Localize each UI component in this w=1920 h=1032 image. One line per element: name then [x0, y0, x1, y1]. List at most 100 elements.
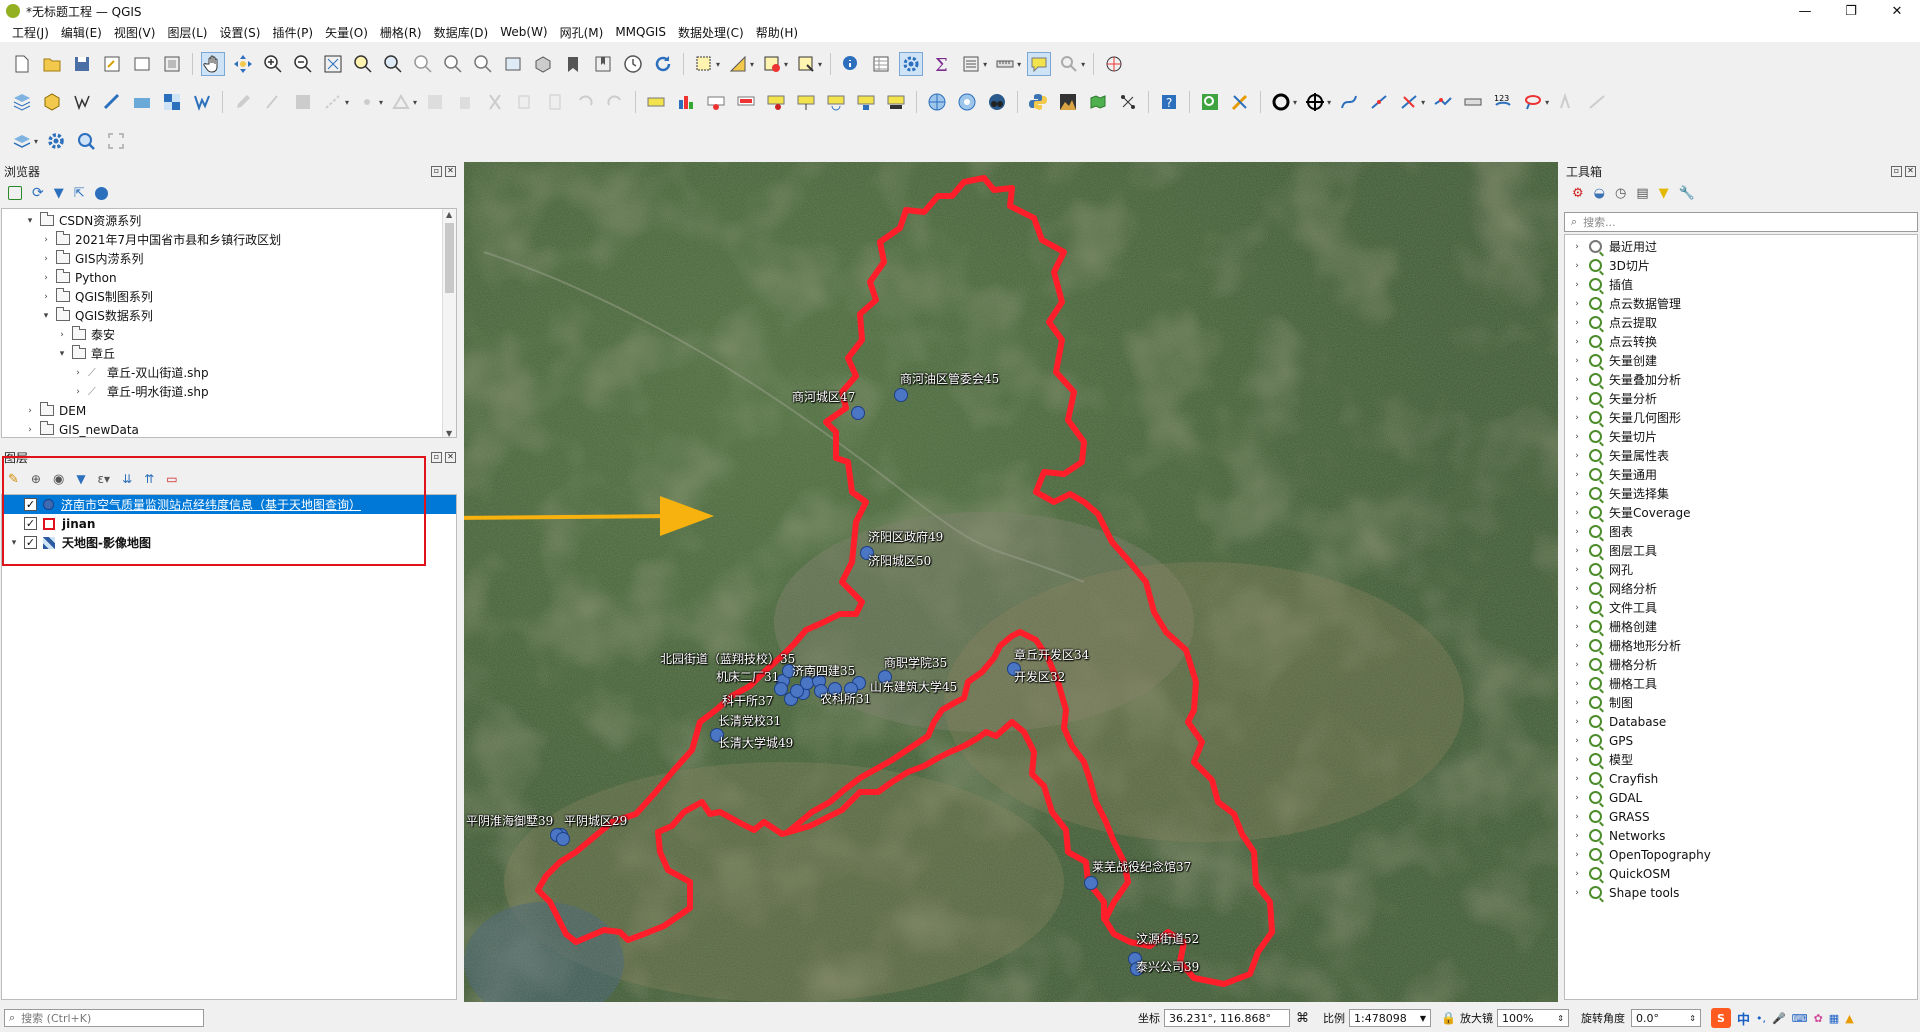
select-features-icon[interactable]: [692, 52, 716, 76]
new-temp-layer-icon[interactable]: [100, 90, 124, 114]
crosshair-icon[interactable]: [1303, 90, 1327, 114]
new-map-view-icon[interactable]: [501, 52, 525, 76]
toolbox-group[interactable]: › Networks: [1565, 826, 1917, 845]
chevron-down-icon[interactable]: ▾: [56, 349, 68, 359]
toolbox-group[interactable]: › 矢量几何图形: [1565, 408, 1917, 427]
toolbox-group[interactable]: › QuickOSM: [1565, 864, 1917, 883]
chevron-down-icon[interactable]: ▾: [24, 216, 36, 226]
float-panel-button[interactable]: ▫: [431, 165, 442, 177]
toolbox-group[interactable]: › 最近用过: [1565, 237, 1917, 256]
new-shapefile-icon[interactable]: [70, 90, 94, 114]
chevron-right-icon[interactable]: ›: [24, 406, 36, 416]
browser-item[interactable]: › 泰安: [2, 325, 442, 344]
ime-mode[interactable]: 中: [1737, 1009, 1750, 1028]
magnifier-stepper-icon[interactable]: ⇕: [1557, 1014, 1564, 1023]
settings-gear-icon[interactable]: [44, 129, 68, 153]
chevron-right-icon[interactable]: ›: [1571, 812, 1583, 822]
ime-sogou-icon[interactable]: S: [1710, 1008, 1731, 1028]
toggle-editing-icon[interactable]: [261, 90, 285, 114]
chevron-right-icon[interactable]: ›: [1571, 660, 1583, 670]
toolbox-group[interactable]: › 矢量叠加分析: [1565, 370, 1917, 389]
browser-item[interactable]: ▾ 章丘: [2, 344, 442, 363]
chevron-right-icon[interactable]: ›: [1571, 679, 1583, 689]
chevron-right-icon[interactable]: ›: [1571, 755, 1583, 765]
coordinate-field[interactable]: 36.231°, 116.868°: [1164, 1009, 1290, 1027]
print-layout-icon[interactable]: [130, 52, 154, 76]
chevron-right-icon[interactable]: ›: [40, 235, 52, 245]
numbering-123-icon[interactable]: 123: [1491, 90, 1515, 114]
history-clock-icon[interactable]: ◷: [1615, 186, 1626, 201]
toolbox-group[interactable]: › GRASS: [1565, 807, 1917, 826]
modify-attributes-icon[interactable]: [423, 90, 447, 114]
chevron-right-icon[interactable]: ›: [1571, 888, 1583, 898]
save-project-icon[interactable]: [70, 52, 94, 76]
minimize-button[interactable]: —: [1782, 0, 1828, 22]
attribute-table-icon[interactable]: [869, 52, 893, 76]
toolbox-group[interactable]: › 点云数据管理: [1565, 294, 1917, 313]
deselect-all-icon[interactable]: [760, 52, 784, 76]
chevron-right-icon[interactable]: ›: [1571, 793, 1583, 803]
toolbox-group[interactable]: › 插值: [1565, 275, 1917, 294]
help-icon[interactable]: ?: [1157, 90, 1181, 114]
ime-mic-icon[interactable]: 🎤: [1772, 1012, 1786, 1025]
show-bookmarks-icon[interactable]: [591, 52, 615, 76]
plugin-network-icon[interactable]: [1116, 90, 1140, 114]
station-point[interactable]: [556, 832, 570, 846]
toolbox-group[interactable]: › 网孔: [1565, 560, 1917, 579]
scripts-icon[interactable]: ◒: [1594, 186, 1605, 201]
plugin-move-icon[interactable]: [1102, 52, 1126, 76]
data-source-manager-icon[interactable]: [10, 90, 34, 114]
locator-search-input[interactable]: ⌕ 搜索 (Ctrl+K): [4, 1009, 204, 1027]
toolbox-group[interactable]: › 点云提取: [1565, 313, 1917, 332]
browser-item[interactable]: › GIS_newData: [2, 420, 442, 437]
toolbox-group[interactable]: › Crayfish: [1565, 769, 1917, 788]
chevron-right-icon[interactable]: ›: [1571, 641, 1583, 651]
toolbox-group[interactable]: › 矢量选择集: [1565, 484, 1917, 503]
map-canvas[interactable]: 商河城区47 商河油区管委会45 济阳区政府49 济阳城区50 北园街道（蓝翔技校）35…: [464, 162, 1558, 1002]
save-as-icon[interactable]: [100, 52, 124, 76]
processing-gear-icon[interactable]: [899, 52, 924, 76]
layout-manager-icon[interactable]: [160, 52, 184, 76]
chevron-right-icon[interactable]: ›: [72, 387, 84, 397]
globe-grid-icon[interactable]: [925, 90, 949, 114]
close-panel-button[interactable]: ✕: [445, 165, 456, 177]
curve-digitize-icon[interactable]: [1337, 90, 1361, 114]
map-tips-icon[interactable]: [1027, 52, 1052, 76]
open-project-icon[interactable]: [40, 52, 64, 76]
chevron-right-icon[interactable]: ›: [1571, 394, 1583, 404]
chevron-right-icon[interactable]: ›: [1571, 869, 1583, 879]
paste-icon[interactable]: [543, 90, 567, 114]
toolbox-group[interactable]: › 文件工具: [1565, 598, 1917, 617]
ime-punct-icon[interactable]: •,: [1756, 1012, 1766, 1025]
chevron-right-icon[interactable]: ›: [1571, 489, 1583, 499]
rotation-stepper-icon[interactable]: ⇕: [1689, 1014, 1696, 1023]
close-toolbox-button[interactable]: ✕: [1905, 165, 1916, 177]
toolbox-group[interactable]: › 矢量属性表: [1565, 446, 1917, 465]
menu-plugins[interactable]: 插件(P): [266, 24, 319, 41]
highlight-labels-icon[interactable]: [734, 90, 758, 114]
toolbox-group[interactable]: › OpenTopography: [1565, 845, 1917, 864]
toolbox-group[interactable]: › 栅格创建: [1565, 617, 1917, 636]
menu-settings[interactable]: 设置(S): [214, 24, 267, 41]
chevron-right-icon[interactable]: ›: [56, 330, 68, 340]
browser-item[interactable]: › 2021年7月中国省市县和乡镇行政区划: [2, 230, 442, 249]
chevron-right-icon[interactable]: ›: [1571, 831, 1583, 841]
undo-icon[interactable]: [573, 90, 597, 114]
browser-item[interactable]: ▾ CSDN资源系列: [2, 211, 442, 230]
save-edits-icon[interactable]: [291, 90, 315, 114]
close-layers-button[interactable]: ✕: [445, 451, 456, 463]
chevron-right-icon[interactable]: ›: [1571, 451, 1583, 461]
chevron-right-icon[interactable]: ›: [1571, 280, 1583, 290]
scale-dropdown-icon[interactable]: ▼: [1420, 1014, 1426, 1023]
cut-icon[interactable]: [483, 90, 507, 114]
zoom-native-icon[interactable]: [411, 52, 435, 76]
options-wrench-icon[interactable]: 🔧: [1679, 186, 1695, 201]
station-point[interactable]: [1084, 876, 1098, 890]
chevron-right-icon[interactable]: ›: [1571, 527, 1583, 537]
open-field-calc-icon[interactable]: [959, 52, 983, 76]
toolbox-group[interactable]: › 矢量通用: [1565, 465, 1917, 484]
show-labels-icon[interactable]: [764, 90, 788, 114]
toolbox-search-input[interactable]: ⌕ 搜索...: [1564, 212, 1918, 232]
chevron-right-icon[interactable]: ›: [1571, 299, 1583, 309]
toolbox-group[interactable]: › 图表: [1565, 522, 1917, 541]
